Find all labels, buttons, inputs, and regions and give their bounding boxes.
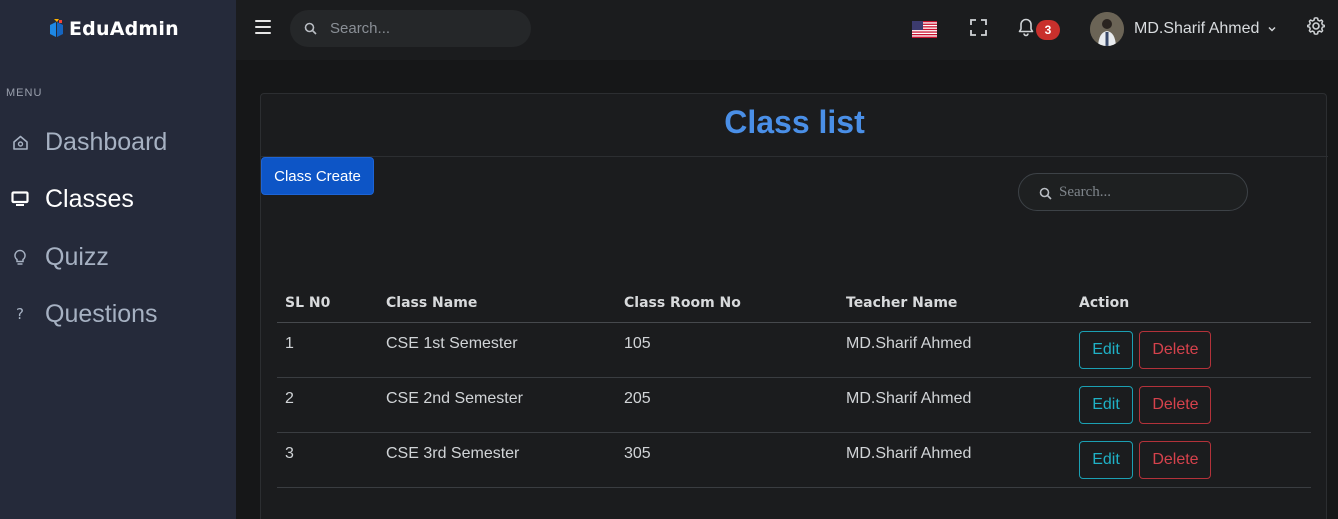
- column-header-teacher: Teacher Name: [838, 284, 1071, 323]
- edit-button[interactable]: Edit: [1079, 385, 1133, 424]
- class-table: SL N0 Class Name Class Room No Teacher N…: [277, 284, 1311, 488]
- table-row: 3 CSE 3rd Semester 305 MD.Sharif Ahmed E…: [277, 432, 1311, 488]
- cell-teacher: MD.Sharif Ahmed: [838, 322, 1071, 378]
- class-create-button[interactable]: Class Create: [261, 157, 374, 195]
- avatar: [1090, 12, 1124, 46]
- topbar: 3 MD.Sharif Ahmed: [236, 0, 1338, 60]
- cell-sl: 3: [277, 432, 378, 488]
- column-header-class-name: Class Name: [378, 284, 616, 323]
- menu-title: MENU: [6, 87, 43, 99]
- cell-teacher: MD.Sharif Ahmed: [838, 432, 1071, 488]
- sidebar-item-label: Quizz: [45, 242, 109, 271]
- top-search[interactable]: [290, 10, 531, 47]
- cell-teacher: MD.Sharif Ahmed: [838, 377, 1071, 433]
- sidebar-item-dashboard[interactable]: Dashboard: [0, 122, 236, 162]
- menu-toggle-icon[interactable]: [255, 20, 271, 36]
- cell-class-name: CSE 1st Semester: [378, 322, 616, 378]
- cell-actions: Edit Delete: [1071, 432, 1311, 488]
- brand-name: EduAdmin: [69, 18, 179, 40]
- column-header-sl: SL N0: [277, 284, 378, 323]
- monitor-icon: [11, 190, 29, 208]
- search-icon: [304, 22, 317, 35]
- chevron-down-icon: [1268, 26, 1276, 32]
- edit-button[interactable]: Edit: [1079, 440, 1133, 479]
- question-icon: ?: [16, 305, 24, 323]
- brand[interactable]: EduAdmin: [48, 18, 179, 40]
- delete-button[interactable]: Delete: [1139, 330, 1212, 369]
- sidebar: EduAdmin MENU Dashboard Classes Quizz ? …: [0, 0, 236, 519]
- cell-room: 305: [616, 432, 838, 488]
- column-header-action: Action: [1071, 284, 1311, 323]
- gear-icon[interactable]: [1306, 16, 1326, 36]
- cell-actions: Edit Delete: [1071, 322, 1311, 378]
- cell-sl: 1: [277, 322, 378, 378]
- table-row: 2 CSE 2nd Semester 205 MD.Sharif Ahmed E…: [277, 377, 1311, 433]
- brand-logo-icon: [50, 19, 63, 37]
- table-search-input[interactable]: [1059, 174, 1239, 210]
- column-header-room: Class Room No: [616, 284, 838, 323]
- sidebar-item-label: Classes: [45, 184, 134, 213]
- divider: [261, 156, 1328, 157]
- cell-class-name: CSE 2nd Semester: [378, 377, 616, 433]
- user-menu[interactable]: MD.Sharif Ahmed: [1090, 12, 1277, 46]
- class-list-card: Class list Class Create SL N0 Class Name…: [260, 93, 1328, 519]
- table-search[interactable]: [1018, 173, 1248, 211]
- cell-sl: 2: [277, 377, 378, 433]
- bell-icon[interactable]: [1016, 17, 1036, 37]
- table-row: 1 CSE 1st Semester 105 MD.Sharif Ahmed E…: [277, 322, 1311, 378]
- page-title: Class list: [724, 104, 865, 140]
- fullscreen-icon[interactable]: [970, 19, 987, 36]
- lightbulb-icon: [11, 248, 29, 266]
- sidebar-item-questions[interactable]: ? Questions: [0, 294, 236, 334]
- notification-badge: 3: [1036, 20, 1060, 40]
- user-name: MD.Sharif Ahmed: [1134, 20, 1260, 37]
- sidebar-item-label: Dashboard: [45, 127, 168, 156]
- cell-actions: Edit Delete: [1071, 377, 1311, 433]
- sidebar-item-classes[interactable]: Classes: [0, 179, 236, 219]
- top-search-input[interactable]: [330, 10, 520, 47]
- sidebar-item-quizz[interactable]: Quizz: [0, 237, 236, 277]
- delete-button[interactable]: Delete: [1139, 385, 1212, 424]
- search-icon: [1039, 187, 1052, 200]
- cell-room: 205: [616, 377, 838, 433]
- us-flag-icon[interactable]: [912, 21, 937, 38]
- cell-class-name: CSE 3rd Semester: [378, 432, 616, 488]
- sidebar-item-label: Questions: [45, 299, 158, 328]
- cell-room: 105: [616, 322, 838, 378]
- table-header-row: SL N0 Class Name Class Room No Teacher N…: [277, 284, 1311, 323]
- home-icon: [11, 133, 29, 151]
- delete-button[interactable]: Delete: [1139, 440, 1212, 479]
- edit-button[interactable]: Edit: [1079, 330, 1133, 369]
